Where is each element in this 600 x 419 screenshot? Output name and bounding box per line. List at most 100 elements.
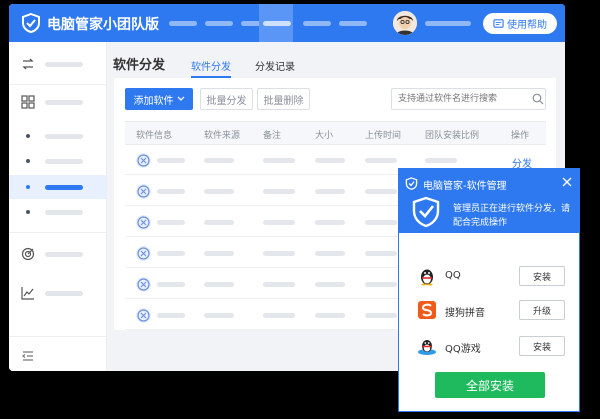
sidebar-item-target[interactable]: [9, 242, 107, 266]
grid-icon: [21, 95, 35, 109]
cell-placeholder: [315, 282, 345, 287]
sidebar-divider: [9, 84, 107, 85]
install-all-button[interactable]: 全部安装: [435, 372, 545, 398]
sidebar-divider: [9, 336, 107, 337]
sidebar-item-transfer[interactable]: [9, 52, 107, 76]
software-icon: [136, 184, 151, 199]
cell-placeholder: [263, 189, 295, 194]
switch-arrows-icon: [22, 58, 34, 70]
add-software-button[interactable]: 添加软件: [125, 88, 193, 110]
close-icon[interactable]: [561, 176, 573, 188]
nav-item-active[interactable]: [259, 4, 293, 42]
software-icon: [136, 215, 151, 230]
sidebar-item-label: [45, 210, 83, 215]
cell-placeholder: [204, 251, 234, 256]
install-button[interactable]: 安装: [519, 266, 565, 286]
app-item-qq: QQ 安装: [399, 264, 579, 288]
sidebar-item-stats[interactable]: [9, 281, 107, 305]
column-header: 上传时间: [365, 131, 402, 141]
chevron-down-icon: [177, 96, 184, 101]
popup-message: 管理员正在进行软件分发，请配合完成操作: [453, 204, 571, 228]
cell-placeholder: [365, 220, 397, 225]
batch-distribute-button[interactable]: 批量分发: [200, 88, 253, 110]
cell-placeholder: [157, 189, 185, 194]
app-placeholder-icon: [137, 154, 150, 167]
software-icon: [136, 246, 151, 261]
sidebar-item-label: [45, 291, 83, 296]
software-manager-popup: 电脑管家-软件管理 管理员正在进行软件分发，请配合完成操作 QQ 安装 搜狗拼音…: [398, 168, 580, 412]
sidebar-item-label: [45, 100, 83, 105]
target-icon: [21, 247, 35, 261]
cell-placeholder: [204, 158, 234, 163]
tab-software-distribution[interactable]: 软件分发: [191, 58, 231, 78]
cell-placeholder: [204, 189, 234, 194]
sidebar-subitem-selected[interactable]: [9, 175, 107, 199]
cell-placeholder: [263, 251, 295, 256]
tab-distribution-records[interactable]: 分发记录: [255, 58, 295, 73]
batch-delete-button[interactable]: 批量删除: [257, 88, 310, 110]
sogou-icon: [418, 301, 436, 319]
app-title: 电脑管家小团队版: [47, 17, 159, 33]
cell-placeholder: [204, 220, 234, 225]
cell-placeholder: [157, 220, 185, 225]
app-name: QQ: [445, 270, 461, 281]
app-placeholder-icon: [137, 278, 150, 291]
cell-placeholder: [263, 158, 295, 163]
sidebar-subitem-4[interactable]: [9, 200, 107, 224]
cell-placeholder: [315, 251, 345, 256]
add-software-label: 添加软件: [133, 95, 174, 107]
upgrade-button[interactable]: 升级: [519, 300, 565, 320]
cell-placeholder: [263, 313, 295, 318]
app-placeholder-icon: [137, 309, 150, 322]
collapse-icon: [22, 351, 33, 361]
sidebar-subitem-2[interactable]: [9, 149, 107, 173]
bullet-dot: [26, 210, 30, 214]
app-name: 搜狗拼音: [445, 308, 485, 319]
cell-placeholder: [425, 158, 457, 163]
penguin-icon: [421, 269, 433, 286]
nav-item-5[interactable]: [303, 21, 331, 26]
shield-logo-icon: [405, 177, 418, 190]
bullet-dot: [26, 185, 30, 189]
nav-item-active-bar: [263, 21, 291, 26]
help-icon: [493, 19, 504, 28]
avatar[interactable]: [393, 11, 417, 35]
cell-placeholder: [157, 158, 185, 163]
qq-game-icon: [418, 340, 436, 355]
collapse-sidebar-button[interactable]: [9, 344, 107, 368]
cell-placeholder: [157, 282, 185, 287]
column-header: 团队安装比例: [425, 131, 480, 141]
app-placeholder-icon: [137, 216, 150, 229]
sidebar-item-grid[interactable]: [9, 90, 107, 114]
app-item-qq-game: QQ游戏 安装: [399, 334, 579, 358]
nav-item-6[interactable]: [339, 21, 367, 26]
sidebar-item-label: [45, 134, 83, 139]
column-header: 软件信息: [136, 131, 173, 141]
sidebar-item-label: [45, 62, 83, 67]
search-icon[interactable]: [532, 93, 544, 105]
column-header: 操作: [511, 131, 530, 141]
sidebar: [9, 42, 107, 371]
cell-placeholder: [365, 189, 397, 194]
cell-placeholder: [315, 220, 345, 225]
screen: 电脑管家小团队版 使用帮助 软件分发 软件分发 分发记录 添加软件 批量分发 批…: [0, 0, 600, 419]
nav-item-2[interactable]: [205, 21, 233, 26]
nav-item-1[interactable]: [169, 21, 197, 26]
software-icon: [136, 308, 151, 323]
search-input[interactable]: [391, 88, 546, 110]
page-title: 软件分发: [113, 58, 166, 73]
shield-check-icon: [412, 196, 440, 228]
avatar-image: [393, 11, 417, 35]
cell-placeholder: [315, 158, 345, 163]
sidebar-item-label: [45, 185, 83, 190]
help-button[interactable]: 使用帮助: [483, 13, 557, 34]
sidebar-subitem-1[interactable]: [9, 124, 107, 148]
cell-placeholder: [157, 251, 185, 256]
app-item-sogou: 搜狗拼音 升级: [399, 298, 579, 322]
software-icon: [136, 153, 151, 168]
install-button[interactable]: 安装: [519, 336, 565, 356]
cell-placeholder: [365, 251, 397, 256]
sidebar-item-label: [45, 252, 83, 257]
column-header: 软件来源: [204, 131, 241, 141]
help-label: 使用帮助: [507, 20, 547, 31]
